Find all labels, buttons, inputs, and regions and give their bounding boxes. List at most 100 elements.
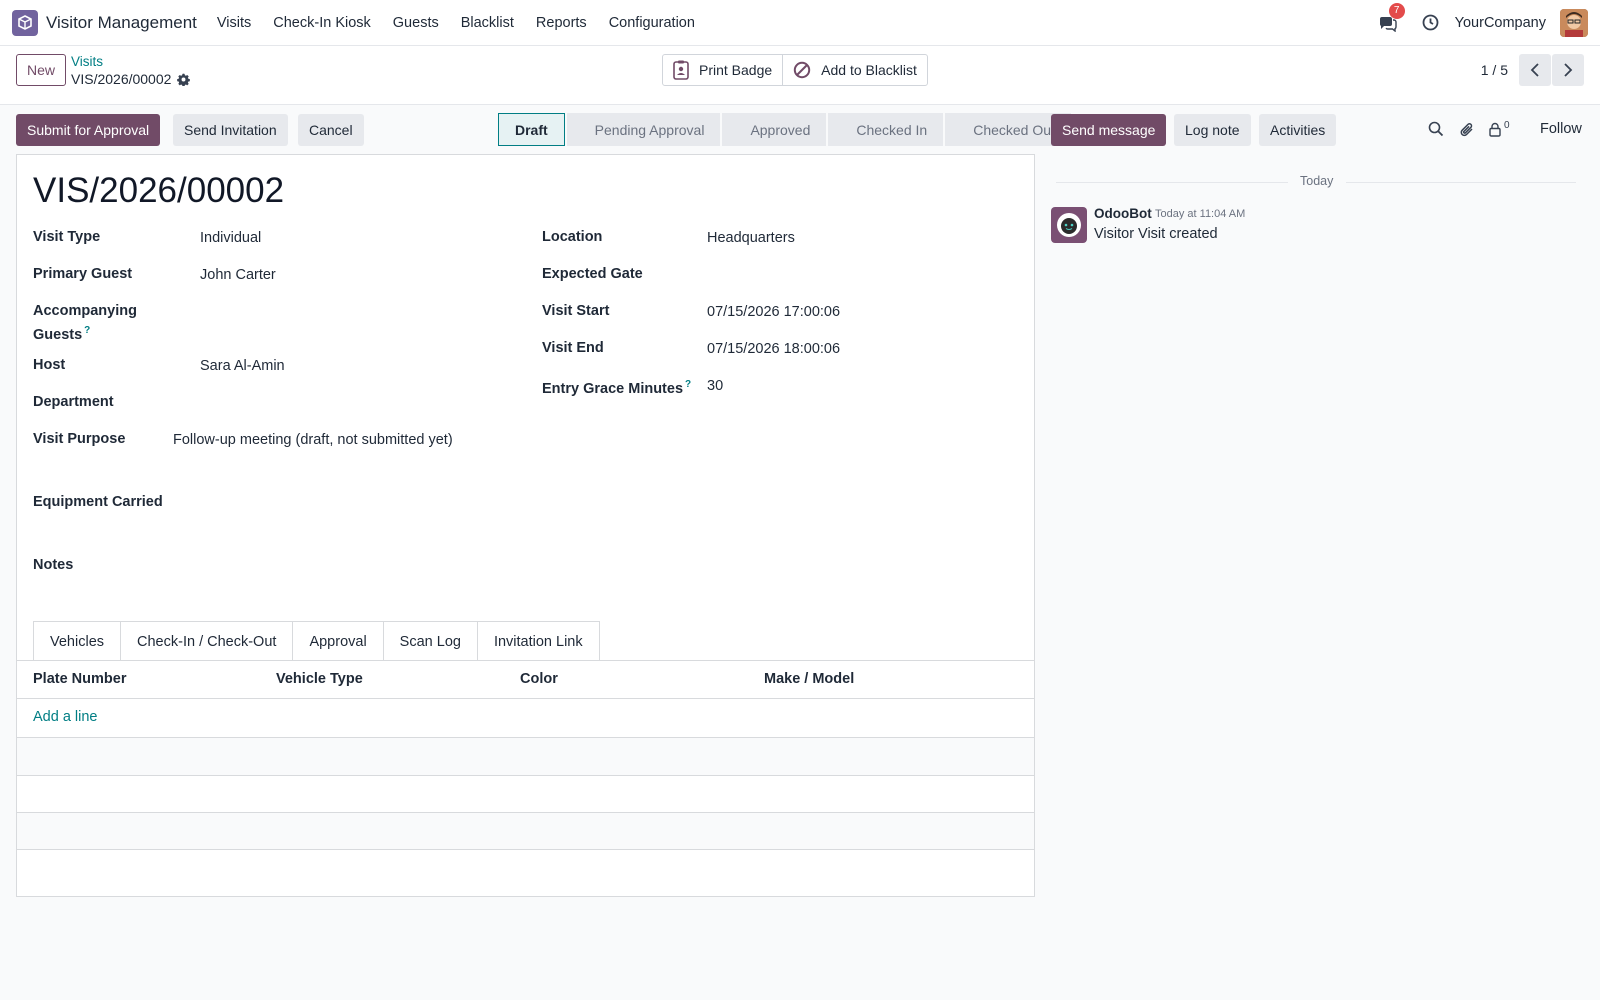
tab-vehicles[interactable]: Vehicles bbox=[33, 621, 122, 661]
tab-invitation-link[interactable]: Invitation Link bbox=[476, 621, 600, 661]
attachments-button[interactable] bbox=[1458, 120, 1476, 138]
chevron-left-icon bbox=[1530, 63, 1539, 77]
help-tooltip-icon[interactable]: ? bbox=[84, 325, 90, 336]
menu-guests[interactable]: Guests bbox=[393, 15, 439, 31]
breadcrumb-current-label: VIS/2026/00002 bbox=[71, 71, 172, 87]
column-vehicle-type[interactable]: Vehicle Type bbox=[276, 671, 363, 687]
host-label: Host bbox=[33, 357, 66, 373]
location-label: Location bbox=[542, 229, 603, 245]
gear-icon[interactable] bbox=[177, 73, 191, 86]
primary-guest-label: Primary Guest bbox=[33, 266, 133, 282]
empty-table-row bbox=[17, 738, 1034, 775]
date-separator: Today bbox=[1056, 174, 1576, 190]
vehicles-table-header: Plate Number Vehicle Type Color Make / M… bbox=[17, 661, 1034, 699]
pager-previous-button[interactable] bbox=[1519, 54, 1551, 86]
menu-check-in-kiosk[interactable]: Check-In Kiosk bbox=[273, 15, 371, 31]
visit-purpose-field[interactable]: Follow-up meeting (draft, not submitted … bbox=[173, 430, 453, 450]
badge-icon bbox=[673, 60, 689, 80]
control-panel: New Visits VIS/2026/00002 Print Badge Ad… bbox=[0, 46, 1600, 105]
paperclip-icon bbox=[1460, 122, 1473, 136]
record-pager: 1 / 5 bbox=[1481, 54, 1584, 86]
expected-gate-label: Expected Gate bbox=[542, 266, 643, 282]
log-note-button[interactable]: Log note bbox=[1174, 114, 1251, 146]
menu-visits[interactable]: Visits bbox=[217, 15, 251, 31]
messaging-menu[interactable]: 7 bbox=[1377, 2, 1405, 34]
table-row-divider bbox=[17, 849, 1034, 850]
column-make-model[interactable]: Make / Model bbox=[764, 671, 854, 687]
add-to-blacklist-label: Add to Blacklist bbox=[821, 62, 917, 78]
empty-table-row bbox=[17, 813, 1034, 850]
help-tooltip-icon[interactable]: ? bbox=[685, 379, 691, 390]
followers-button[interactable]: 0 bbox=[1488, 120, 1518, 138]
company-switcher[interactable]: YourCompany bbox=[1455, 15, 1546, 31]
stage-checked-in[interactable]: Checked In bbox=[828, 113, 944, 146]
add-to-blacklist-button[interactable]: Add to Blacklist bbox=[782, 55, 927, 85]
visit-start-field[interactable]: 07/15/2026 17:00:06 bbox=[707, 302, 840, 322]
search-messages-button[interactable] bbox=[1427, 120, 1445, 138]
activities-button[interactable]: Activities bbox=[1259, 114, 1337, 146]
follower-count: 0 bbox=[1504, 119, 1510, 131]
breadcrumb-current: VIS/2026/00002 bbox=[71, 70, 191, 88]
host-field[interactable]: Sara Al-Amin bbox=[200, 356, 285, 376]
entry-grace-minutes-field[interactable]: 30 bbox=[707, 376, 723, 396]
column-color[interactable]: Color bbox=[520, 671, 558, 687]
stage-pending-approval[interactable]: Pending Approval bbox=[566, 113, 721, 146]
accompanying-guests-label-line1: Accompanying bbox=[33, 303, 137, 319]
clock-icon bbox=[1422, 14, 1439, 31]
send-invitation-button[interactable]: Send Invitation bbox=[173, 114, 288, 146]
tab-scan-log[interactable]: Scan Log bbox=[382, 621, 478, 661]
user-avatar[interactable] bbox=[1560, 8, 1588, 37]
equipment-carried-label: Equipment Carried bbox=[33, 494, 163, 510]
visit-type-label: Visit Type bbox=[33, 229, 101, 245]
visit-type-field[interactable]: Individual bbox=[200, 228, 261, 248]
accompanying-guests-field[interactable] bbox=[200, 301, 500, 321]
pager-next-button[interactable] bbox=[1552, 54, 1584, 86]
stage-draft[interactable]: Draft bbox=[498, 113, 565, 146]
cancel-button[interactable]: Cancel bbox=[298, 114, 364, 146]
expected-gate-field[interactable] bbox=[707, 264, 1007, 284]
follow-button[interactable]: Follow bbox=[1540, 121, 1582, 137]
record-title: VIS/2026/00002 bbox=[33, 171, 285, 210]
new-button[interactable]: New bbox=[16, 54, 67, 86]
column-plate-number[interactable]: Plate Number bbox=[33, 671, 126, 687]
odoobot-avatar[interactable] bbox=[1051, 207, 1087, 243]
add-a-line-link[interactable]: Add a line bbox=[33, 709, 98, 725]
print-badge-label: Print Badge bbox=[699, 62, 773, 78]
top-navbar: Visitor Management Visits Check-In Kiosk… bbox=[0, 0, 1600, 46]
primary-guest-field[interactable]: John Carter bbox=[200, 265, 276, 285]
form-sheet: VIS/2026/00002 Visit Type Individual Pri… bbox=[16, 154, 1035, 897]
lock-user-icon bbox=[1489, 122, 1501, 137]
app-home-icon[interactable] bbox=[12, 9, 38, 36]
tab-approval[interactable]: Approval bbox=[292, 621, 384, 661]
chevron-right-icon bbox=[1564, 63, 1573, 77]
visit-end-label: Visit End bbox=[542, 340, 604, 356]
ban-icon bbox=[793, 61, 811, 79]
date-separator-label: Today bbox=[1300, 174, 1334, 188]
department-field[interactable] bbox=[200, 392, 500, 412]
visit-start-label: Visit Start bbox=[542, 303, 610, 319]
app-name[interactable]: Visitor Management bbox=[46, 13, 197, 33]
message-author[interactable]: OdooBot bbox=[1094, 206, 1152, 221]
activity-menu[interactable] bbox=[1421, 13, 1441, 33]
breadcrumb-visits-link[interactable]: Visits bbox=[71, 54, 190, 70]
message-body: Visitor Visit created bbox=[1094, 226, 1218, 242]
message-timestamp: Today at 11:04 AM bbox=[1155, 208, 1246, 220]
menu-reports[interactable]: Reports bbox=[536, 15, 587, 31]
send-message-button[interactable]: Send message bbox=[1051, 114, 1167, 146]
submit-for-approval-button[interactable]: Submit for Approval bbox=[16, 114, 161, 146]
breadcrumb: Visits VIS/2026/00002 bbox=[71, 54, 191, 88]
location-field[interactable]: Headquarters bbox=[707, 228, 795, 248]
department-label: Department bbox=[33, 394, 114, 410]
stage-approved[interactable]: Approved bbox=[722, 113, 827, 146]
tab-check-in-check-out[interactable]: Check-In / Check-Out bbox=[120, 621, 294, 661]
accompanying-guests-label: Accompanying Guests? bbox=[33, 301, 137, 345]
status-bar: Draft Pending Approval Approved Checked … bbox=[498, 113, 1073, 146]
separator-line-right bbox=[1346, 182, 1576, 183]
visit-end-field[interactable]: 07/15/2026 18:00:06 bbox=[707, 339, 840, 359]
menu-configuration[interactable]: Configuration bbox=[609, 15, 695, 31]
menu-blacklist[interactable]: Blacklist bbox=[461, 15, 514, 31]
search-icon bbox=[1428, 121, 1444, 137]
pager-value[interactable]: 1 / 5 bbox=[1481, 62, 1508, 78]
print-badge-button[interactable]: Print Badge bbox=[663, 55, 782, 85]
visit-purpose-label: Visit Purpose bbox=[33, 431, 126, 447]
